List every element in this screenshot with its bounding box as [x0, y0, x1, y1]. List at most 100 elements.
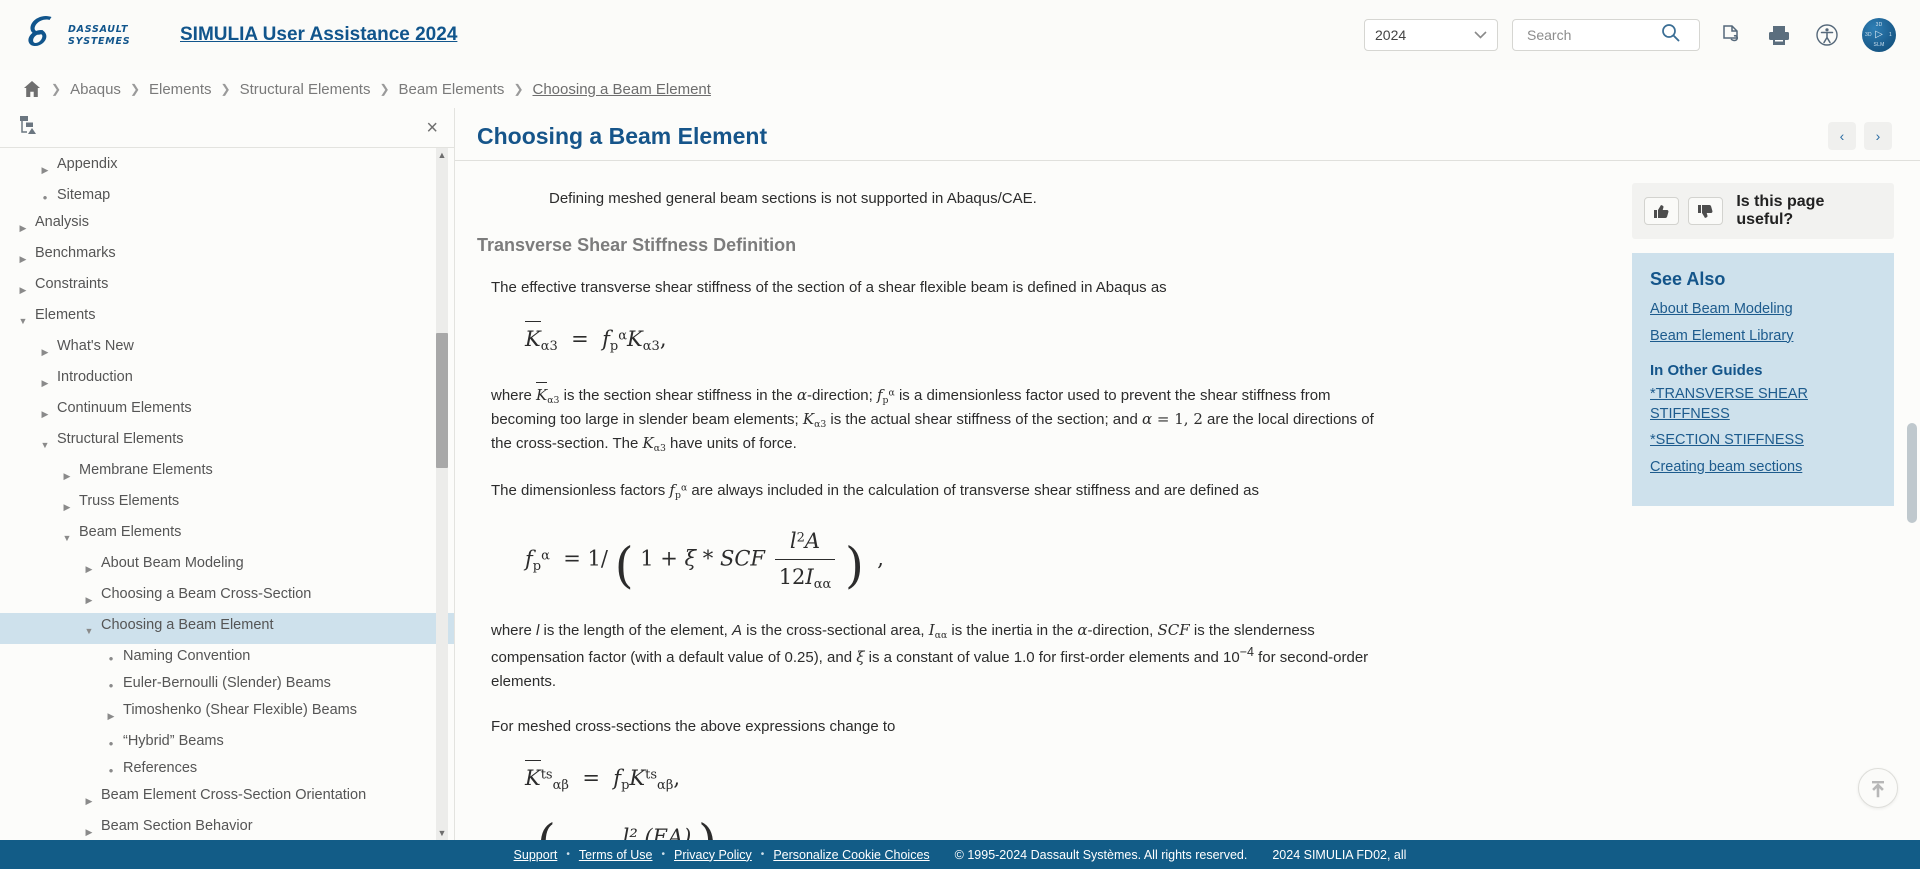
triangle-down-icon[interactable]: ▼: [36, 429, 54, 456]
tree-item[interactable]: • Naming Convention: [0, 644, 454, 671]
tree-item[interactable]: ▼ Choosing a Beam Element: [0, 613, 454, 644]
print-icon[interactable]: [1762, 18, 1796, 52]
main-panel: Choosing a Beam Element ‹ › Defining mes…: [455, 108, 1920, 840]
tree-item[interactable]: ▶ Benchmarks: [0, 241, 454, 272]
triangle-right-icon[interactable]: ▶: [102, 700, 120, 727]
triangle-right-icon[interactable]: ▶: [36, 154, 54, 181]
other-guides-link-creating-beam-sections[interactable]: Creating beam sections: [1650, 458, 1876, 478]
p2-seg-c: -direction;: [806, 386, 877, 404]
tree-item[interactable]: ▶ Membrane Elements: [0, 458, 454, 489]
dassault-systemes-logo[interactable]: DASSAULT SYSTEMES: [24, 13, 142, 57]
search-icon[interactable]: [1661, 23, 1680, 47]
breadcrumb-item-abaqus[interactable]: Abaqus: [70, 81, 121, 98]
main-columns: Defining meshed general beam sections is…: [455, 161, 1920, 840]
bullet-icon[interactable]: •: [102, 731, 120, 754]
tree-scroll-up-arrow[interactable]: ▲: [436, 148, 448, 162]
previous-page-button[interactable]: ‹: [1828, 122, 1856, 150]
page-link-icon[interactable]: [1714, 18, 1748, 52]
breadcrumb-separator: ❯: [513, 82, 524, 96]
bullet-icon[interactable]: •: [36, 185, 54, 208]
tree-item[interactable]: • References: [0, 756, 454, 783]
other-guides-link-transverse-shear-stiffness[interactable]: *TRANSVERSE SHEAR STIFFNESS: [1650, 385, 1876, 424]
tree-item[interactable]: ▶ About Beam Modeling: [0, 551, 454, 582]
tree-item[interactable]: ▶ Truss Elements: [0, 489, 454, 520]
next-page-button[interactable]: ›: [1864, 122, 1892, 150]
breadcrumb: ❯ Abaqus ❯ Elements ❯ Structural Element…: [0, 70, 1920, 108]
triangle-right-icon[interactable]: ▶: [80, 584, 98, 611]
tree-scroll-down-arrow[interactable]: ▼: [436, 826, 448, 840]
triangle-right-icon[interactable]: ▶: [14, 212, 32, 239]
triangle-right-icon[interactable]: ▶: [36, 367, 54, 394]
tree-item[interactable]: • “Hybrid” Beams: [0, 729, 454, 756]
tree-item-label: Benchmarks: [35, 245, 116, 261]
breadcrumb-item-current[interactable]: Choosing a Beam Element: [533, 81, 711, 98]
triangle-down-icon[interactable]: ▼: [80, 615, 98, 642]
tree-item[interactable]: ▶ What's New: [0, 334, 454, 365]
tree-item[interactable]: ▶ Appendix: [0, 152, 454, 183]
footer-link-terms-of-use[interactable]: Terms of Use: [579, 848, 653, 862]
triangle-right-icon[interactable]: ▶: [36, 336, 54, 363]
section-heading: Transverse Shear Stiffness Definition: [477, 235, 797, 256]
compass-icon[interactable]: 3D 3D 1 SLM ▷: [1862, 18, 1896, 52]
product-title-link[interactable]: SIMULIA User Assistance 2024: [180, 24, 457, 46]
main-scrollbar-thumb[interactable]: [1907, 423, 1917, 523]
see-also-panel: See Also About Beam Modeling Beam Elemen…: [1632, 253, 1894, 507]
see-also-link-beam-element-library[interactable]: Beam Element Library: [1650, 327, 1876, 347]
sym-fp-alpha-2: fpα: [669, 480, 688, 501]
tree-item[interactable]: ▶ Timoshenko (Shear Flexible) Beams: [0, 698, 454, 729]
tree-item[interactable]: ▶ Continuum Elements: [0, 396, 454, 427]
tree-item[interactable]: ▶ Beam Section Behavior: [0, 814, 454, 840]
tree-item[interactable]: ▶ Beam Element Cross-Section Orientation: [0, 783, 454, 814]
tree-item[interactable]: ▶ Introduction: [0, 365, 454, 396]
tree-item[interactable]: ▶ Analysis: [0, 210, 454, 241]
triangle-right-icon[interactable]: ▶: [14, 274, 32, 301]
tree-item-label: Sitemap: [57, 187, 111, 203]
search-box[interactable]: [1512, 19, 1700, 51]
footer-link-personalize-cookie-choices[interactable]: Personalize Cookie Choices: [773, 848, 929, 862]
see-also-link-about-beam-modeling[interactable]: About Beam Modeling: [1650, 300, 1876, 320]
triangle-down-icon[interactable]: ▼: [14, 305, 32, 332]
tree-view-icon[interactable]: [16, 114, 38, 141]
p4-seg-e: -direction,: [1087, 622, 1158, 640]
tree-item-list: ▶ Appendix • Sitemap ▶ Analysis ▶ Benchmarks ▶ Co…: [0, 152, 454, 840]
tree-scrollbar-thumb[interactable]: [436, 333, 448, 468]
tree-item[interactable]: ▼ Structural Elements: [0, 427, 454, 458]
triangle-right-icon[interactable]: ▶: [80, 553, 98, 580]
breadcrumb-item-structural-elements[interactable]: Structural Elements: [240, 81, 371, 98]
triangle-right-icon[interactable]: ▶: [58, 491, 76, 518]
breadcrumb-item-elements[interactable]: Elements: [149, 81, 212, 98]
thumbs-up-icon[interactable]: [1644, 197, 1680, 225]
tree-scroll-region[interactable]: ▶ Appendix • Sitemap ▶ Analysis ▶ Benchmarks ▶ Co…: [0, 148, 454, 840]
equation-2: fpα = 1/ ( 1 + ξ * SCF l2A 12Iαα ) ,: [525, 529, 884, 594]
tree-item[interactable]: ▶ Constraints: [0, 272, 454, 303]
version-select[interactable]: 2024: [1364, 19, 1498, 51]
triangle-right-icon[interactable]: ▶: [58, 460, 76, 487]
tree-item-label: What's New: [57, 338, 134, 354]
close-tree-icon[interactable]: ×: [426, 118, 438, 138]
triangle-right-icon[interactable]: ▶: [80, 785, 98, 812]
search-input[interactable]: [1525, 26, 1661, 44]
tree-item[interactable]: ▼ Beam Elements: [0, 520, 454, 551]
tree-scrollbar[interactable]: ▲ ▼: [436, 148, 448, 840]
breadcrumb-item-beam-elements[interactable]: Beam Elements: [399, 81, 505, 98]
tree-item[interactable]: ▼ Elements: [0, 303, 454, 334]
tree-item[interactable]: • Euler-Bernoulli (Slender) Beams: [0, 671, 454, 698]
footer-link-privacy-policy[interactable]: Privacy Policy: [674, 848, 752, 862]
bullet-icon[interactable]: •: [102, 673, 120, 696]
back-to-top-icon[interactable]: [1858, 768, 1898, 808]
triangle-right-icon[interactable]: ▶: [14, 243, 32, 270]
triangle-down-icon[interactable]: ▼: [58, 522, 76, 549]
footer-link-support[interactable]: Support: [514, 848, 558, 862]
thumbs-down-icon[interactable]: [1688, 197, 1724, 225]
bullet-icon[interactable]: •: [102, 646, 120, 669]
triangle-right-icon[interactable]: ▶: [80, 816, 98, 840]
tree-item[interactable]: • Sitemap: [0, 183, 454, 210]
bullet-icon[interactable]: •: [102, 758, 120, 781]
tree-item[interactable]: ▶ Choosing a Beam Cross-Section: [0, 582, 454, 613]
triangle-right-icon[interactable]: ▶: [36, 398, 54, 425]
tree-item-label: Euler-Bernoulli (Slender) Beams: [123, 675, 331, 691]
other-guides-link-section-stiffness[interactable]: *SECTION STIFFNESS: [1650, 431, 1876, 451]
home-icon[interactable]: [22, 79, 42, 99]
accessibility-icon[interactable]: [1810, 18, 1844, 52]
main-scrollbar[interactable]: [1907, 213, 1917, 840]
